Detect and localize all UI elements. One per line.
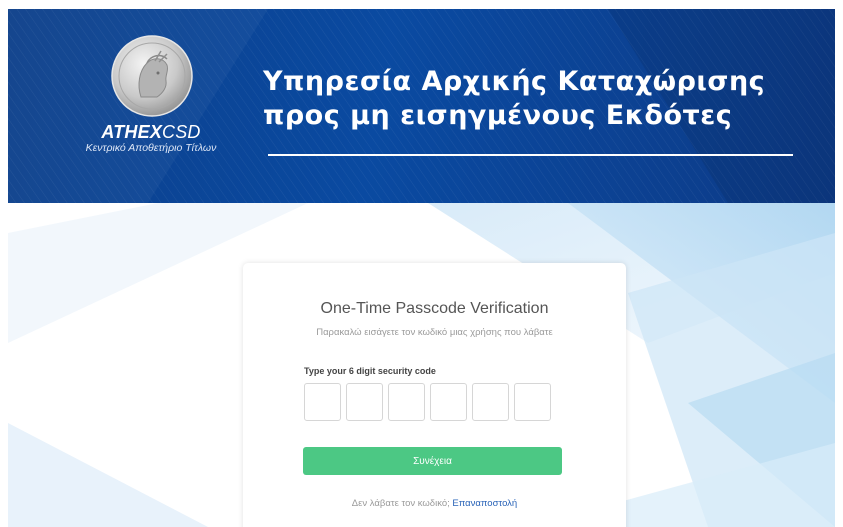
brand-bold: ATHEX [101, 122, 163, 142]
title-line-2: προς μη εισηγμένους Εκδότες [263, 100, 733, 131]
brand-light: CSD [162, 122, 201, 142]
title-underline [268, 154, 793, 156]
brand-subtitle: Κεντρικό Αποθετήριο Τίτλων [85, 142, 217, 154]
resend-row: Δεν λάβατε τον κωδικό; Επαναποστολή [243, 498, 626, 509]
resend-prompt: Δεν λάβατε τον κωδικό; [351, 498, 450, 509]
code-digits [304, 383, 551, 421]
code-label: Type your 6 digit security code [304, 366, 436, 376]
otp-card: One-Time Passcode Verification Παρακαλώ … [243, 263, 626, 527]
page: ATHEXCSD Κεντρικό Αποθετήριο Τίτλων Υπηρ… [0, 0, 843, 527]
digit-input-4[interactable] [430, 383, 467, 421]
athexcsd-logo: ATHEXCSD Κεντρικό Αποθετήριο Τίτλων [66, 35, 236, 175]
page-title: Υπηρεσία Αρχικής Καταχώρισης προς μη εισ… [263, 65, 823, 156]
coin-emblem-icon [111, 35, 193, 117]
digit-input-2[interactable] [346, 383, 383, 421]
otp-title: One-Time Passcode Verification [320, 300, 549, 317]
continue-button[interactable]: Συνέχεια [303, 447, 562, 475]
brand-name: ATHEXCSD [66, 122, 236, 143]
digit-input-3[interactable] [388, 383, 425, 421]
title-line-1: Υπηρεσία Αρχικής Καταχώρισης [263, 66, 766, 97]
otp-subtitle: Παρακαλώ εισάγετε τον κωδικό μιας χρήσης… [316, 327, 553, 338]
digit-input-5[interactable] [472, 383, 509, 421]
digit-input-1[interactable] [304, 383, 341, 421]
resend-link[interactable]: Επαναποστολή [452, 498, 517, 509]
digit-input-6[interactable] [514, 383, 551, 421]
header-banner: ATHEXCSD Κεντρικό Αποθετήριο Τίτλων Υπηρ… [8, 9, 835, 203]
